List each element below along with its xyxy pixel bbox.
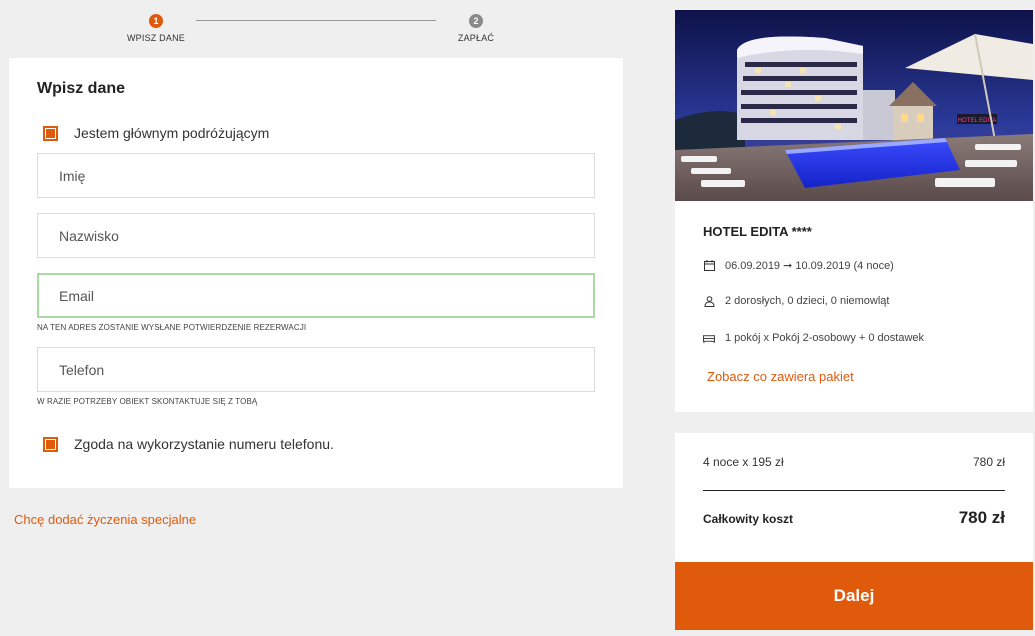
stay-dates: 06.09.2019 ➞ 10.09.2019 (4 noce) <box>703 259 894 272</box>
guest-details-form: Wpisz dane Jestem głównym podróżującym N… <box>9 58 623 488</box>
progress-stepper: 1 WPISZ DANE 2 ZAPŁAĆ <box>0 0 623 56</box>
last-name-input[interactable] <box>37 213 595 258</box>
phone-consent-label: Zgoda na wykorzystanie numeru telefonu. <box>74 436 334 452</box>
step-label: ZAPŁAĆ <box>457 33 495 43</box>
main-traveler-checkbox[interactable] <box>43 125 58 141</box>
stepper-line <box>196 20 436 21</box>
form-title: Wpisz dane <box>37 80 126 97</box>
step-number: 1 <box>149 14 163 28</box>
nights-label: 4 noce x 195 zł <box>703 455 784 469</box>
step-pay: 2 ZAPŁAĆ <box>426 14 526 43</box>
nights-price-row: 4 noce x 195 zł 780 zł <box>703 455 1005 469</box>
nights-value: 780 zł <box>972 455 1005 469</box>
guests-text: 2 dorosłych, 0 dzieci, 0 niemowląt <box>725 295 890 307</box>
stay-dates-text: 06.09.2019 ➞ 10.09.2019 (4 noce) <box>725 260 894 272</box>
special-requests-link[interactable]: Chcę dodać życzenia specjalne <box>14 512 196 527</box>
price-summary-card: 4 noce x 195 zł 780 zł Całkowity koszt 7… <box>675 433 1033 562</box>
email-hint: NA TEN ADRES ZOSTANIE WYSŁANE POTWIERDZE… <box>37 323 307 332</box>
next-button[interactable]: Dalej <box>675 562 1033 630</box>
checkbox-checked-mark <box>46 128 55 138</box>
first-name-input[interactable] <box>37 153 595 198</box>
main-traveler-row[interactable]: Jestem głównym podróżującym <box>43 125 269 141</box>
rooms-text: 1 pokój x Pokój 2-osobowy + 0 dostawek <box>725 332 925 344</box>
price-divider <box>703 490 1005 491</box>
phone-consent-checkbox[interactable] <box>43 436 58 452</box>
package-details-link[interactable]: Zobacz co zawiera pakiet <box>707 369 854 384</box>
step-number: 2 <box>469 14 483 28</box>
main-traveler-label: Jestem głównym podróżującym <box>74 125 270 141</box>
total-value: 780 zł <box>958 508 1005 527</box>
hotel-photo: HOTEL EDITA <box>675 10 1033 201</box>
checkbox-checked-mark <box>46 439 55 449</box>
step-enter-details: 1 WPISZ DANE <box>106 14 206 43</box>
phone-input[interactable] <box>37 347 595 392</box>
hotel-name: HOTEL EDITA **** <box>703 224 812 239</box>
phone-consent-row[interactable]: Zgoda na wykorzystanie numeru telefonu. <box>43 436 334 452</box>
rooms-info: 1 pokój x Pokój 2-osobowy + 0 dostawek <box>703 332 924 344</box>
total-label: Całkowity koszt <box>703 512 794 526</box>
bed-icon <box>703 332 715 344</box>
hotel-summary-card: HOTEL EDITA HOTEL EDITA **** 06.09.2019 … <box>675 10 1033 412</box>
total-price-row: Całkowity koszt 780 zł <box>703 508 1005 528</box>
step-label: WPISZ DANE <box>126 33 185 43</box>
phone-hint: W RAZIE POTRZEBY OBIEKT SKONTAKTUJE SIĘ … <box>37 397 258 406</box>
person-icon <box>703 295 715 307</box>
calendar-icon <box>703 260 715 272</box>
email-input[interactable] <box>37 273 595 318</box>
guests-info: 2 dorosłych, 0 dzieci, 0 niemowląt <box>703 295 889 307</box>
